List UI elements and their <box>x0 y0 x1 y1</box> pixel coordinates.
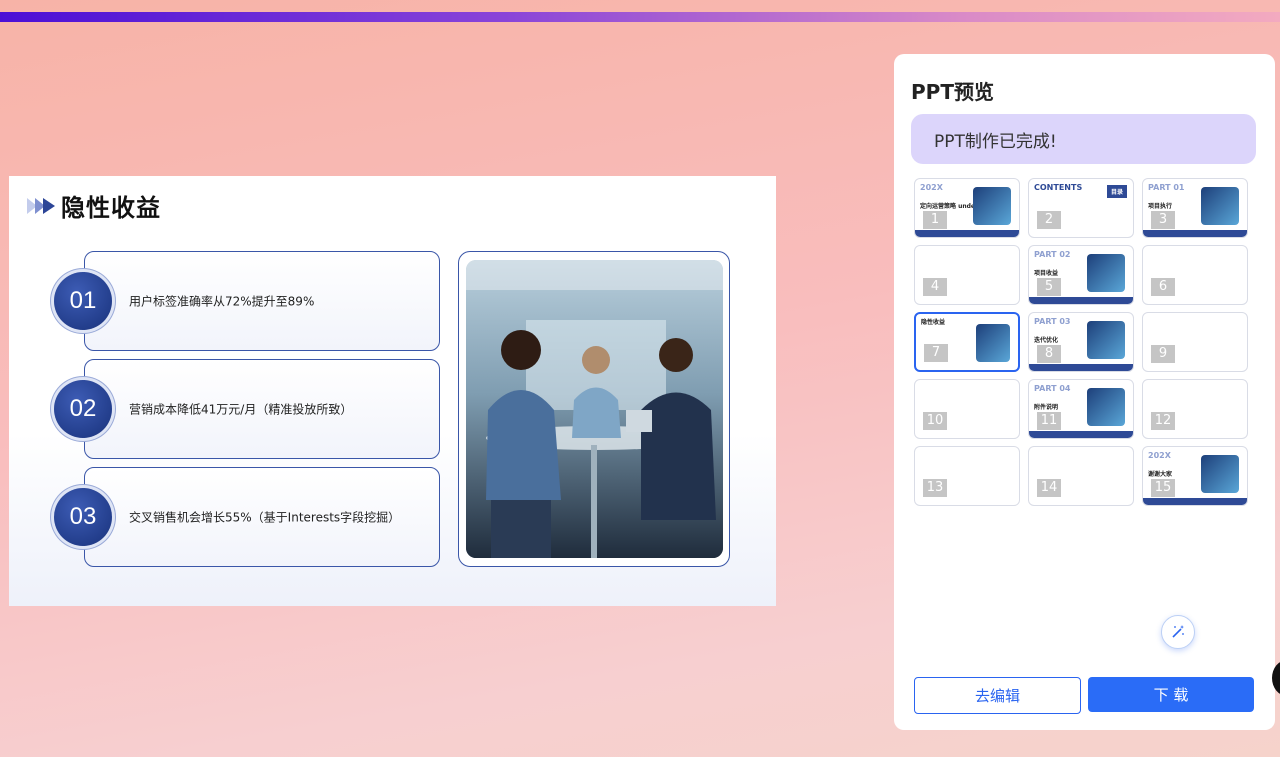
meeting-photo <box>466 260 723 558</box>
benefit-text: 营销成本降低41万元/月（精准投放所致） <box>129 402 353 417</box>
thumb-number: 4 <box>923 278 947 296</box>
thumb-number: 14 <box>1037 479 1061 497</box>
thumb-title: 谢谢大家 <box>1148 471 1173 478</box>
benefit-number: 03 <box>54 488 112 546</box>
benefit-number: 01 <box>54 272 112 330</box>
thumb-title: 隐性收益 <box>921 319 946 326</box>
benefit-text: 用户标签准确率从72%提升至89% <box>129 294 315 309</box>
thumb-image <box>976 324 1010 362</box>
thumb-number: 6 <box>1151 278 1175 296</box>
thumb-number: 5 <box>1037 278 1061 296</box>
thumb-number: 15 <box>1151 479 1175 497</box>
status-text: PPT制作已完成! <box>934 131 1057 152</box>
thumb-title: 项目执行 <box>1148 203 1173 210</box>
thumb-number: 8 <box>1037 345 1061 363</box>
thumb-number: 11 <box>1037 412 1061 430</box>
slide-thumbnail-14[interactable]: 14 <box>1028 446 1134 506</box>
thumb-image <box>1087 388 1125 426</box>
slide-thumbnail-9[interactable]: 9 <box>1142 312 1248 372</box>
thumb-number: 10 <box>923 412 947 430</box>
top-progress-bar <box>0 12 1280 22</box>
ppt-preview-panel: PPT预览 PPT制作已完成! 202X 定向运营策略 undefined 1 CO… <box>894 54 1275 730</box>
thumb-header: 202X <box>920 183 943 192</box>
thumb-header: PART 02 <box>1034 250 1071 259</box>
slide-thumbnail-5[interactable]: PART 02 项目收益 5 <box>1028 245 1134 305</box>
meeting-illustration <box>466 260 723 558</box>
slide-thumbnail-13[interactable]: 13 <box>914 446 1020 506</box>
thumb-image <box>1201 455 1239 493</box>
chevron-decoration-icon <box>27 197 55 214</box>
thumb-number: 2 <box>1037 211 1061 229</box>
thumb-header: PART 03 <box>1034 317 1071 326</box>
thumb-title: 附件说明 <box>1034 404 1059 411</box>
slide-preview: 隐性收益 用户标签准确率从72%提升至89% 01 营销成本降低41万元/月（精… <box>9 176 776 606</box>
thumb-number: 7 <box>924 344 948 362</box>
download-button[interactable]: 下 载 <box>1088 677 1254 712</box>
slide-thumbnail-3[interactable]: PART 01 项目执行 3 <box>1142 178 1248 238</box>
status-banner: PPT制作已完成! <box>911 114 1256 164</box>
slide-thumbnail-6[interactable]: 6 <box>1142 245 1248 305</box>
thumb-image <box>1087 254 1125 292</box>
thumb-header: PART 01 <box>1148 183 1185 192</box>
thumb-number: 12 <box>1151 412 1175 430</box>
photo-frame <box>458 251 730 567</box>
benefit-number: 02 <box>54 380 112 438</box>
edit-button[interactable]: 去编辑 <box>914 677 1081 714</box>
thumb-header: CONTENTS <box>1034 183 1083 192</box>
slide-thumbnail-2[interactable]: CONTENTS 目录 2 <box>1028 178 1134 238</box>
thumb-image <box>1087 321 1125 359</box>
thumb-title: 迭代优化 <box>1034 337 1059 344</box>
slide-thumbnail-10[interactable]: 10 <box>914 379 1020 439</box>
thumb-image <box>973 187 1011 225</box>
thumb-header: 202X <box>1148 451 1171 460</box>
slide-thumbnail-15[interactable]: 202X 谢谢大家 15 <box>1142 446 1248 506</box>
slide-thumbnail-12[interactable]: 12 <box>1142 379 1248 439</box>
slide-title: 隐性收益 <box>61 194 161 222</box>
thumb-image <box>1201 187 1239 225</box>
slide-thumbnail-11[interactable]: PART 04 附件说明 11 <box>1028 379 1134 439</box>
slide-thumbnail-7[interactable]: 隐性收益 7 <box>914 312 1020 372</box>
slide-thumbnail-8[interactable]: PART 03 迭代优化 8 <box>1028 312 1134 372</box>
benefit-card-1: 用户标签准确率从72%提升至89% <box>84 251 440 351</box>
thumb-number: 13 <box>923 479 947 497</box>
slide-header: 隐性收益 <box>27 188 161 223</box>
panel-title: PPT预览 <box>911 80 994 104</box>
thumb-title: 目录 <box>1106 185 1127 198</box>
thumb-number: 3 <box>1151 211 1175 229</box>
thumb-header: PART 04 <box>1034 384 1071 393</box>
benefit-card-3: 交叉销售机会增长55%（基于Interests字段挖掘） <box>84 467 440 567</box>
slide-thumbnail-1[interactable]: 202X 定向运营策略 undefined 1 <box>914 178 1020 238</box>
slide-thumbnail-4[interactable]: 4 <box>914 245 1020 305</box>
thumb-number: 9 <box>1151 345 1175 363</box>
benefit-card-2: 营销成本降低41万元/月（精准投放所致） <box>84 359 440 459</box>
thumb-number: 1 <box>923 211 947 229</box>
magic-wand-button[interactable] <box>1161 615 1195 649</box>
thumb-title: 项目收益 <box>1034 270 1059 277</box>
benefit-text: 交叉销售机会增长55%（基于Interests字段挖掘） <box>129 510 401 525</box>
magic-wand-icon <box>1172 625 1184 638</box>
thumbnail-grid: 202X 定向运营策略 undefined 1 CONTENTS 目录 2 PART 0… <box>914 178 1249 506</box>
